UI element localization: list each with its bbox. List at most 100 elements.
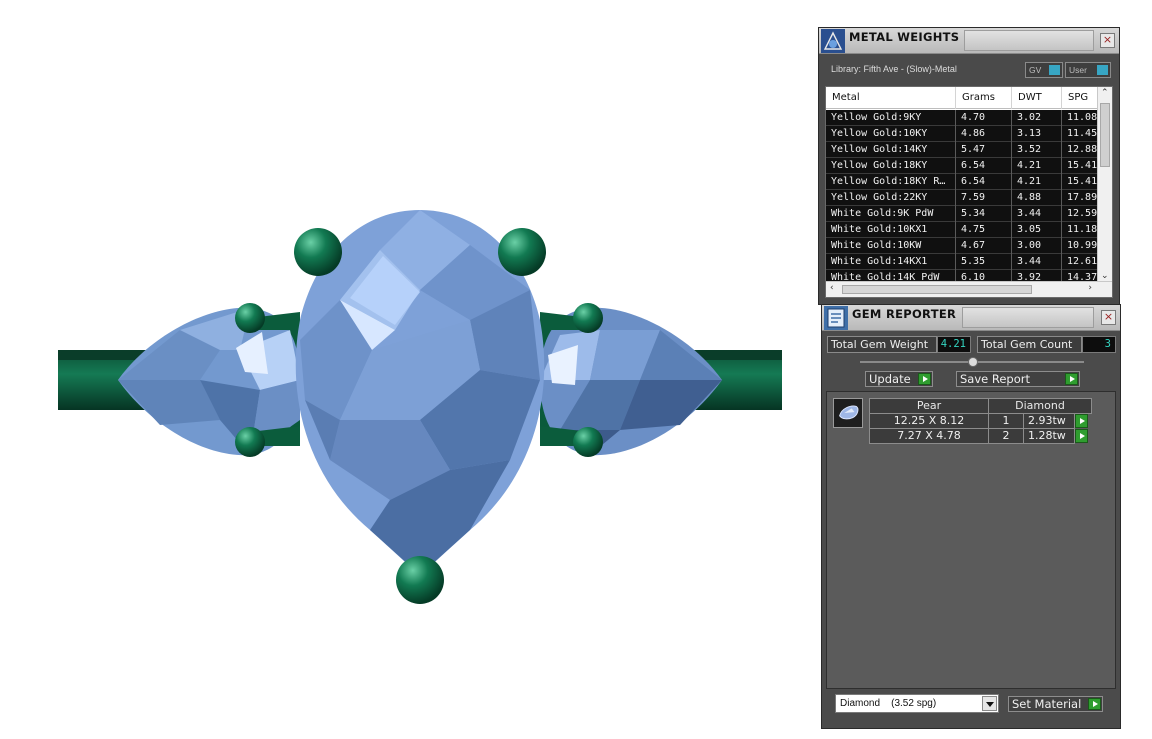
grams-value: 6.54 — [956, 174, 1012, 190]
table-row[interactable]: Yellow Gold:14KY 5.47 3.52 12.88 — [826, 142, 1102, 158]
horizontal-scroll-thumb[interactable] — [842, 285, 1032, 294]
user-toggle-label: User — [1069, 65, 1087, 75]
spg-value: 17.89 — [1062, 190, 1102, 206]
spg-value: 12.88 — [1062, 142, 1102, 158]
gem-reporter-titlebar[interactable]: GEM REPORTER × — [822, 305, 1120, 331]
dwt-value: 4.88 — [1012, 190, 1062, 206]
dwt-value: 4.21 — [1012, 174, 1062, 190]
pear-gem-icon[interactable] — [833, 398, 863, 428]
table-row[interactable]: White Gold:10KX1 4.75 3.05 11.18 — [826, 222, 1102, 238]
update-button[interactable]: Update — [865, 371, 933, 387]
gem-reporter-title: GEM REPORTER — [852, 307, 957, 321]
material-select[interactable]: Diamond (3.52 spg) — [835, 694, 999, 713]
panel-splitter[interactable] — [860, 357, 1084, 367]
scroll-down-icon[interactable]: ⌄ — [1101, 271, 1109, 281]
gem-report-icon — [824, 306, 848, 330]
gem-quantity: 2 — [988, 428, 1024, 444]
chevron-down-icon[interactable] — [982, 696, 997, 711]
grams-value: 4.67 — [956, 238, 1012, 254]
table-row[interactable]: Yellow Gold:9KY 4.70 3.02 11.08 — [826, 110, 1102, 126]
column-header-dwt[interactable]: DWT — [1012, 87, 1062, 109]
column-header-spg[interactable]: SPG — [1062, 87, 1102, 109]
grams-value: 6.54 — [956, 158, 1012, 174]
metal-name: White Gold:10KW — [826, 238, 956, 254]
grams-value: 5.34 — [956, 206, 1012, 222]
metal-weights-panel: METAL WEIGHTS × Library: Fifth Ave - (Sl… — [818, 27, 1120, 305]
metal-scale-icon — [821, 29, 845, 53]
ring-render — [58, 210, 782, 604]
table-row[interactable]: White Gold:9K PdW 5.34 3.44 12.59 — [826, 206, 1102, 222]
gem-size: 7.27 X 4.78 — [869, 428, 989, 444]
table-row[interactable]: Yellow Gold:18KY 6.54 4.21 15.41 — [826, 158, 1102, 174]
splitter-knob[interactable] — [968, 357, 978, 367]
play-icon[interactable] — [1075, 429, 1088, 443]
titlebar-grip[interactable] — [964, 30, 1094, 51]
spg-value: 12.61 — [1062, 254, 1102, 270]
dwt-value: 3.13 — [1012, 126, 1062, 142]
spg-value: 12.59 — [1062, 206, 1102, 222]
table-row[interactable]: White Gold:10KW 4.67 3.00 10.99 — [826, 238, 1102, 254]
dwt-value: 3.44 — [1012, 254, 1062, 270]
user-toggle-indicator — [1097, 65, 1108, 75]
spg-value: 11.45 — [1062, 126, 1102, 142]
dwt-value: 3.52 — [1012, 142, 1062, 158]
spg-value: 15.41 — [1062, 158, 1102, 174]
table-row[interactable]: Yellow Gold:22KY 7.59 4.88 17.89 — [826, 190, 1102, 206]
scroll-right-icon[interactable]: › — [1088, 283, 1092, 293]
metal-name: Yellow Gold:10KY — [826, 126, 956, 142]
column-header-metal[interactable]: Metal — [826, 87, 956, 109]
metal-name: Yellow Gold:18KY — [826, 158, 956, 174]
total-gem-weight-value: 4.21 — [937, 336, 971, 353]
vertical-scroll-thumb[interactable] — [1100, 103, 1110, 167]
gv-toggle[interactable]: GV — [1025, 62, 1063, 78]
scroll-left-icon[interactable]: ‹ — [830, 283, 834, 293]
vertical-scrollbar[interactable]: ⌃ ⌄ — [1097, 87, 1112, 282]
titlebar-grip[interactable] — [962, 307, 1094, 328]
gem-weight: 2.93tw — [1023, 413, 1075, 429]
dwt-value: 3.05 — [1012, 222, 1062, 238]
grams-value: 4.75 — [956, 222, 1012, 238]
gem-size: 12.25 X 8.12 — [869, 413, 989, 429]
metal-weights-toolbar: Library: Fifth Ave - (Slow)-Metal GV Use… — [819, 55, 1119, 85]
metal-table[interactable]: Metal Grams DWT SPG Yellow Gold:9KY 4.70 3… — [825, 86, 1113, 298]
table-row[interactable]: Yellow Gold:18KY R… 6.54 4.21 15.41 — [826, 174, 1102, 190]
metal-weights-titlebar[interactable]: METAL WEIGHTS × — [819, 28, 1119, 54]
save-report-button[interactable]: Save Report — [956, 371, 1080, 387]
gem-weight: 1.28tw — [1023, 428, 1075, 444]
update-button-label: Update — [869, 372, 911, 386]
grams-value: 4.70 — [956, 110, 1012, 126]
set-material-button[interactable]: Set Material — [1008, 696, 1103, 712]
total-gem-weight-label: Total Gem Weight — [827, 336, 937, 353]
set-material-button-label: Set Material — [1012, 697, 1082, 711]
column-header-grams[interactable]: Grams — [956, 87, 1012, 109]
3d-viewport[interactable] — [0, 0, 810, 739]
total-gem-count-value: 3 — [1082, 336, 1116, 353]
gem-list[interactable]: Pear Diamond 12.25 X 8.12 1 2.93tw 7.27 … — [826, 391, 1116, 689]
play-icon — [1088, 698, 1101, 710]
spg-value: 15.41 — [1062, 174, 1102, 190]
play-icon — [1065, 373, 1078, 385]
dwt-value: 3.00 — [1012, 238, 1062, 254]
play-icon[interactable] — [1075, 414, 1088, 428]
horizontal-scrollbar[interactable]: ‹ › — [826, 281, 1112, 297]
metal-name: White Gold:14KX1 — [826, 254, 956, 270]
spg-value: 11.08 — [1062, 110, 1102, 126]
close-icon[interactable]: × — [1101, 310, 1116, 325]
gv-toggle-indicator — [1049, 65, 1060, 75]
user-toggle[interactable]: User — [1065, 62, 1111, 78]
grams-value: 7.59 — [956, 190, 1012, 206]
scroll-up-icon[interactable]: ⌃ — [1101, 88, 1109, 98]
save-report-button-label: Save Report — [960, 372, 1031, 386]
gv-toggle-label: GV — [1029, 65, 1042, 75]
close-icon[interactable]: × — [1100, 33, 1115, 48]
grams-value: 5.47 — [956, 142, 1012, 158]
metal-name: Yellow Gold:22KY — [826, 190, 956, 206]
metal-name: Yellow Gold:9KY — [826, 110, 956, 126]
metal-name: White Gold:10KX1 — [826, 222, 956, 238]
table-row[interactable]: Yellow Gold:10KY 4.86 3.13 11.45 — [826, 126, 1102, 142]
grams-value: 4.86 — [956, 126, 1012, 142]
gem-reporter-panel: GEM REPORTER × Total Gem Weight 4.21 Tot… — [821, 304, 1121, 729]
grams-value: 5.35 — [956, 254, 1012, 270]
metal-table-header: Metal Grams DWT SPG — [826, 87, 1098, 109]
table-row[interactable]: White Gold:14KX1 5.35 3.44 12.61 — [826, 254, 1102, 270]
